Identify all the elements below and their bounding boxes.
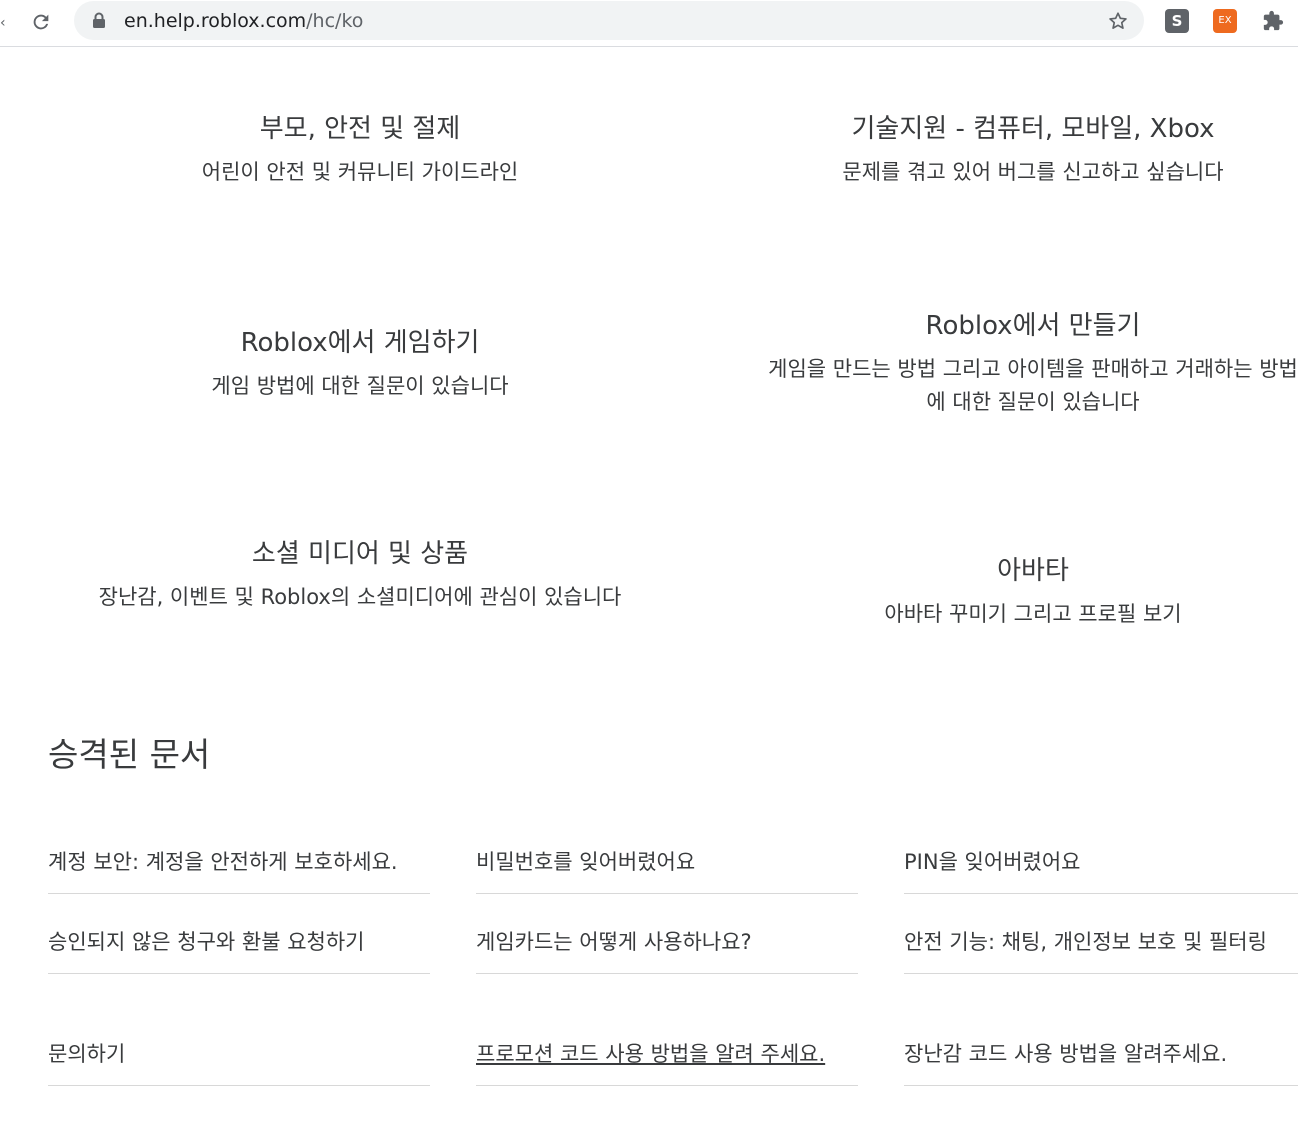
promoted-article-item[interactable]: 장난감 코드 사용 방법을 알려주세요. — [904, 973, 1298, 1086]
category-description: 장난감, 이벤트 및 Roblox의 소셜미디어에 관심이 있습니다 — [98, 585, 622, 609]
page: ‹ en.help.roblox.com/hc/ko S EX 부모, 안전 및… — [0, 0, 1298, 1121]
category-tech-support[interactable]: 기술지원 - 컴퓨터, 모바일, Xbox 문제를 겪고 있어 버그를 신고하고… — [768, 112, 1298, 189]
category-playing-games[interactable]: Roblox에서 게임하기 게임 방법에 대한 질문이 있습니다 — [90, 326, 630, 403]
promoted-articles-heading: 승격된 문서 — [48, 735, 211, 774]
category-description: 문제를 겪고 있어 버그를 신고하고 싶습니다 — [842, 160, 1224, 184]
category-description: 게임을 만드는 방법 그리고 아이템을 판매하고 거래하는 방법에 대한 질문이… — [768, 357, 1298, 414]
promoted-article-item[interactable]: 승인되지 않은 청구와 환불 요청하기 — [48, 893, 430, 974]
article-link[interactable]: 게임카드는 어떻게 사용하나요? — [476, 926, 752, 973]
url-host: en.help.roblox.com — [124, 10, 307, 32]
browser-toolbar: ‹ en.help.roblox.com/hc/ko S EX — [0, 0, 1298, 47]
category-title[interactable]: 소셜 미디어 및 상품 — [90, 537, 630, 571]
article-link[interactable]: 장난감 코드 사용 방법을 알려주세요. — [904, 1038, 1227, 1085]
promoted-article-item[interactable]: 문의하기 — [48, 973, 430, 1086]
article-link[interactable]: 안전 기능: 채팅, 개인정보 보호 및 필터링 — [904, 926, 1267, 973]
category-description: 아바타 꾸미기 그리고 프로필 보기 — [884, 602, 1182, 626]
category-title[interactable]: 아바타 — [768, 554, 1298, 588]
article-link[interactable]: 문의하기 — [48, 1038, 125, 1085]
promoted-article-item[interactable]: 비밀번호를 잊어버렸어요 — [476, 800, 858, 894]
article-link[interactable]: 비밀번호를 잊어버렸어요 — [476, 846, 695, 893]
address-bar[interactable]: en.help.roblox.com/hc/ko — [74, 1, 1144, 40]
category-title[interactable]: Roblox에서 게임하기 — [90, 326, 630, 360]
category-parents-safety[interactable]: 부모, 안전 및 절제 어린이 안전 및 커뮤니티 가이드라인 — [90, 112, 630, 189]
category-title[interactable]: 부모, 안전 및 절제 — [90, 112, 630, 146]
reload-icon[interactable] — [26, 7, 56, 37]
extensions-puzzle-icon[interactable] — [1260, 8, 1286, 34]
promoted-article-item[interactable]: PIN을 잊어버렸어요 — [904, 800, 1298, 894]
promoted-article-item[interactable]: 안전 기능: 채팅, 개인정보 보호 및 필터링 — [904, 893, 1298, 974]
back-arrow-icon[interactable]: ‹ — [0, 13, 6, 33]
extension-ex-icon[interactable]: EX — [1213, 9, 1237, 33]
article-link[interactable]: 계정 보안: 계정을 안전하게 보호하세요. — [48, 846, 398, 893]
article-link[interactable]: PIN을 잊어버렸어요 — [904, 846, 1080, 893]
category-title[interactable]: 기술지원 - 컴퓨터, 모바일, Xbox — [768, 112, 1298, 146]
bookmark-star-icon[interactable] — [1106, 9, 1130, 33]
lock-icon[interactable] — [90, 11, 108, 29]
article-link-hovered[interactable]: 프로모션 코드 사용 방법을 알려 주세요. — [476, 1038, 825, 1085]
url-path: /hc/ko — [306, 10, 364, 32]
promoted-article-item[interactable]: 계정 보안: 계정을 안전하게 보호하세요. — [48, 800, 430, 894]
category-creating[interactable]: Roblox에서 만들기 게임을 만드는 방법 그리고 아이템을 판매하고 거래… — [768, 309, 1298, 419]
promoted-article-item[interactable]: 프로모션 코드 사용 방법을 알려 주세요. — [476, 973, 858, 1086]
category-avatar[interactable]: 아바타 아바타 꾸미기 그리고 프로필 보기 — [768, 554, 1298, 631]
category-title[interactable]: Roblox에서 만들기 — [768, 309, 1298, 343]
article-link[interactable]: 승인되지 않은 청구와 환불 요청하기 — [48, 926, 365, 973]
extension-s-icon[interactable]: S — [1165, 9, 1189, 33]
category-description: 어린이 안전 및 커뮤니티 가이드라인 — [201, 160, 519, 184]
category-description: 게임 방법에 대한 질문이 있습니다 — [211, 374, 509, 398]
category-social-media[interactable]: 소셜 미디어 및 상품 장난감, 이벤트 및 Roblox의 소셜미디어에 관심… — [90, 537, 630, 614]
promoted-article-item[interactable]: 게임카드는 어떻게 사용하나요? — [476, 893, 858, 974]
url-text[interactable]: en.help.roblox.com/hc/ko — [124, 10, 363, 32]
